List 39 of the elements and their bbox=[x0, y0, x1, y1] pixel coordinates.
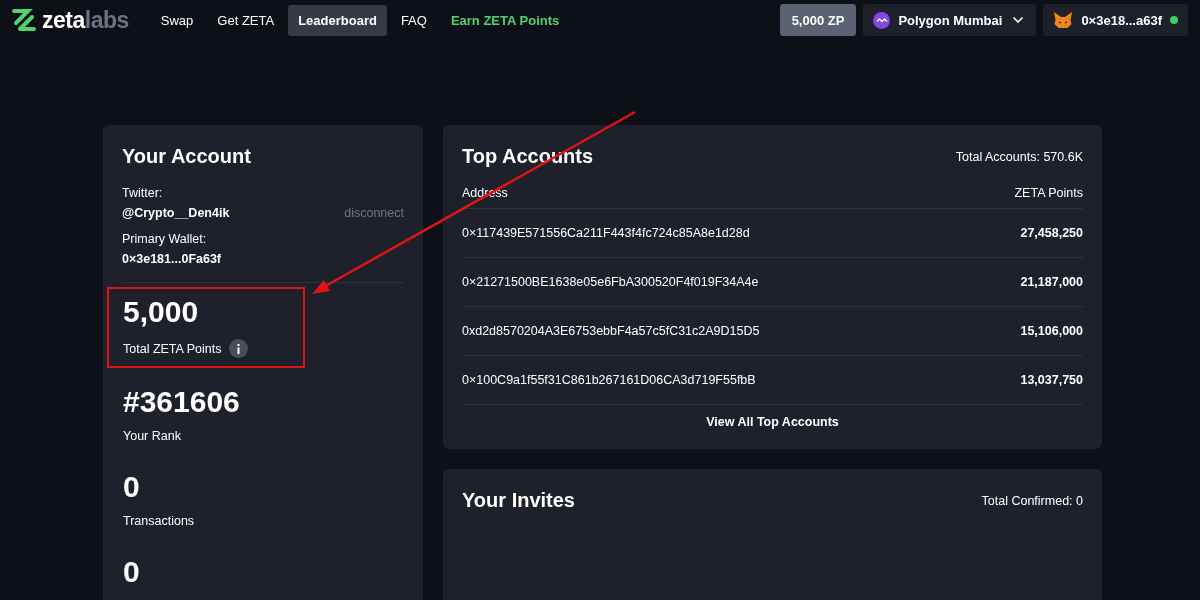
stat-label: Transactions bbox=[123, 514, 195, 528]
stat-label: Total ZETA Points bbox=[123, 341, 222, 356]
fox-icon bbox=[1053, 11, 1074, 29]
field-label: Primary Wallet: bbox=[122, 232, 208, 246]
total-confirmed: Total Confirmed: 0 bbox=[981, 493, 1083, 508]
logo-text: labs bbox=[84, 6, 129, 34]
stat-value: 5,000 bbox=[123, 295, 200, 329]
network-icon bbox=[873, 11, 891, 29]
nav-link[interactable]: Earn ZETA Points bbox=[440, 4, 570, 36]
nav-link[interactable]: Get ZETA bbox=[207, 4, 285, 36]
column-header: ZETA Points bbox=[1014, 186, 1083, 200]
points-cell: 21,187,000 bbox=[1020, 275, 1083, 289]
total-accounts: Total Accounts: 570.6K bbox=[955, 149, 1083, 164]
card-title: Your Account bbox=[122, 145, 252, 168]
stat-value: 0 bbox=[123, 470, 141, 504]
address-cell: 0xd2d8570204A3E6753ebbF4a57c5fC31c2A9D15D5 bbox=[462, 324, 760, 338]
points-cell: 15,106,000 bbox=[1020, 324, 1083, 338]
card-title: Your Invites bbox=[462, 489, 575, 512]
stat-value: 0 bbox=[123, 555, 141, 589]
address-cell: 0×100C9a1f55f31C861b267161D06CA3d719F55fbB bbox=[462, 373, 756, 387]
nav-link[interactable]: FAQ bbox=[390, 4, 437, 36]
points-button[interactable]: 5,000 ZP bbox=[779, 4, 857, 36]
address-cell: 0×21271500BE1638e05e6FbA300520F4f019F34A4e bbox=[462, 275, 759, 289]
logo-text: zeta bbox=[42, 6, 85, 34]
points-cell: 13,037,750 bbox=[1020, 373, 1083, 387]
stat-label: Your Rank bbox=[123, 429, 181, 443]
logo-icon bbox=[12, 9, 36, 31]
points-cell: 27,458,250 bbox=[1020, 226, 1083, 240]
view-all-link[interactable]: View All Top Accounts bbox=[706, 405, 839, 429]
stat-value: #361606 bbox=[123, 385, 241, 419]
info-icon[interactable] bbox=[229, 339, 249, 358]
twitter-handle: @Crypto__Den4ik bbox=[122, 206, 230, 220]
wallet-button[interactable]: 0×3e18...a63f bbox=[1043, 4, 1188, 36]
address-cell: 0×117439E571556Ca211F443f4fc724c85A8e1d28d bbox=[462, 226, 750, 240]
nav-link[interactable]: Leaderboard bbox=[288, 4, 387, 36]
network-button[interactable]: Polygon Mumbai bbox=[863, 4, 1037, 36]
field-label: Twitter: bbox=[122, 186, 164, 200]
nav-link[interactable]: Swap bbox=[150, 4, 204, 36]
wallet-address: 0×3e181...0Fa63f bbox=[122, 252, 223, 266]
